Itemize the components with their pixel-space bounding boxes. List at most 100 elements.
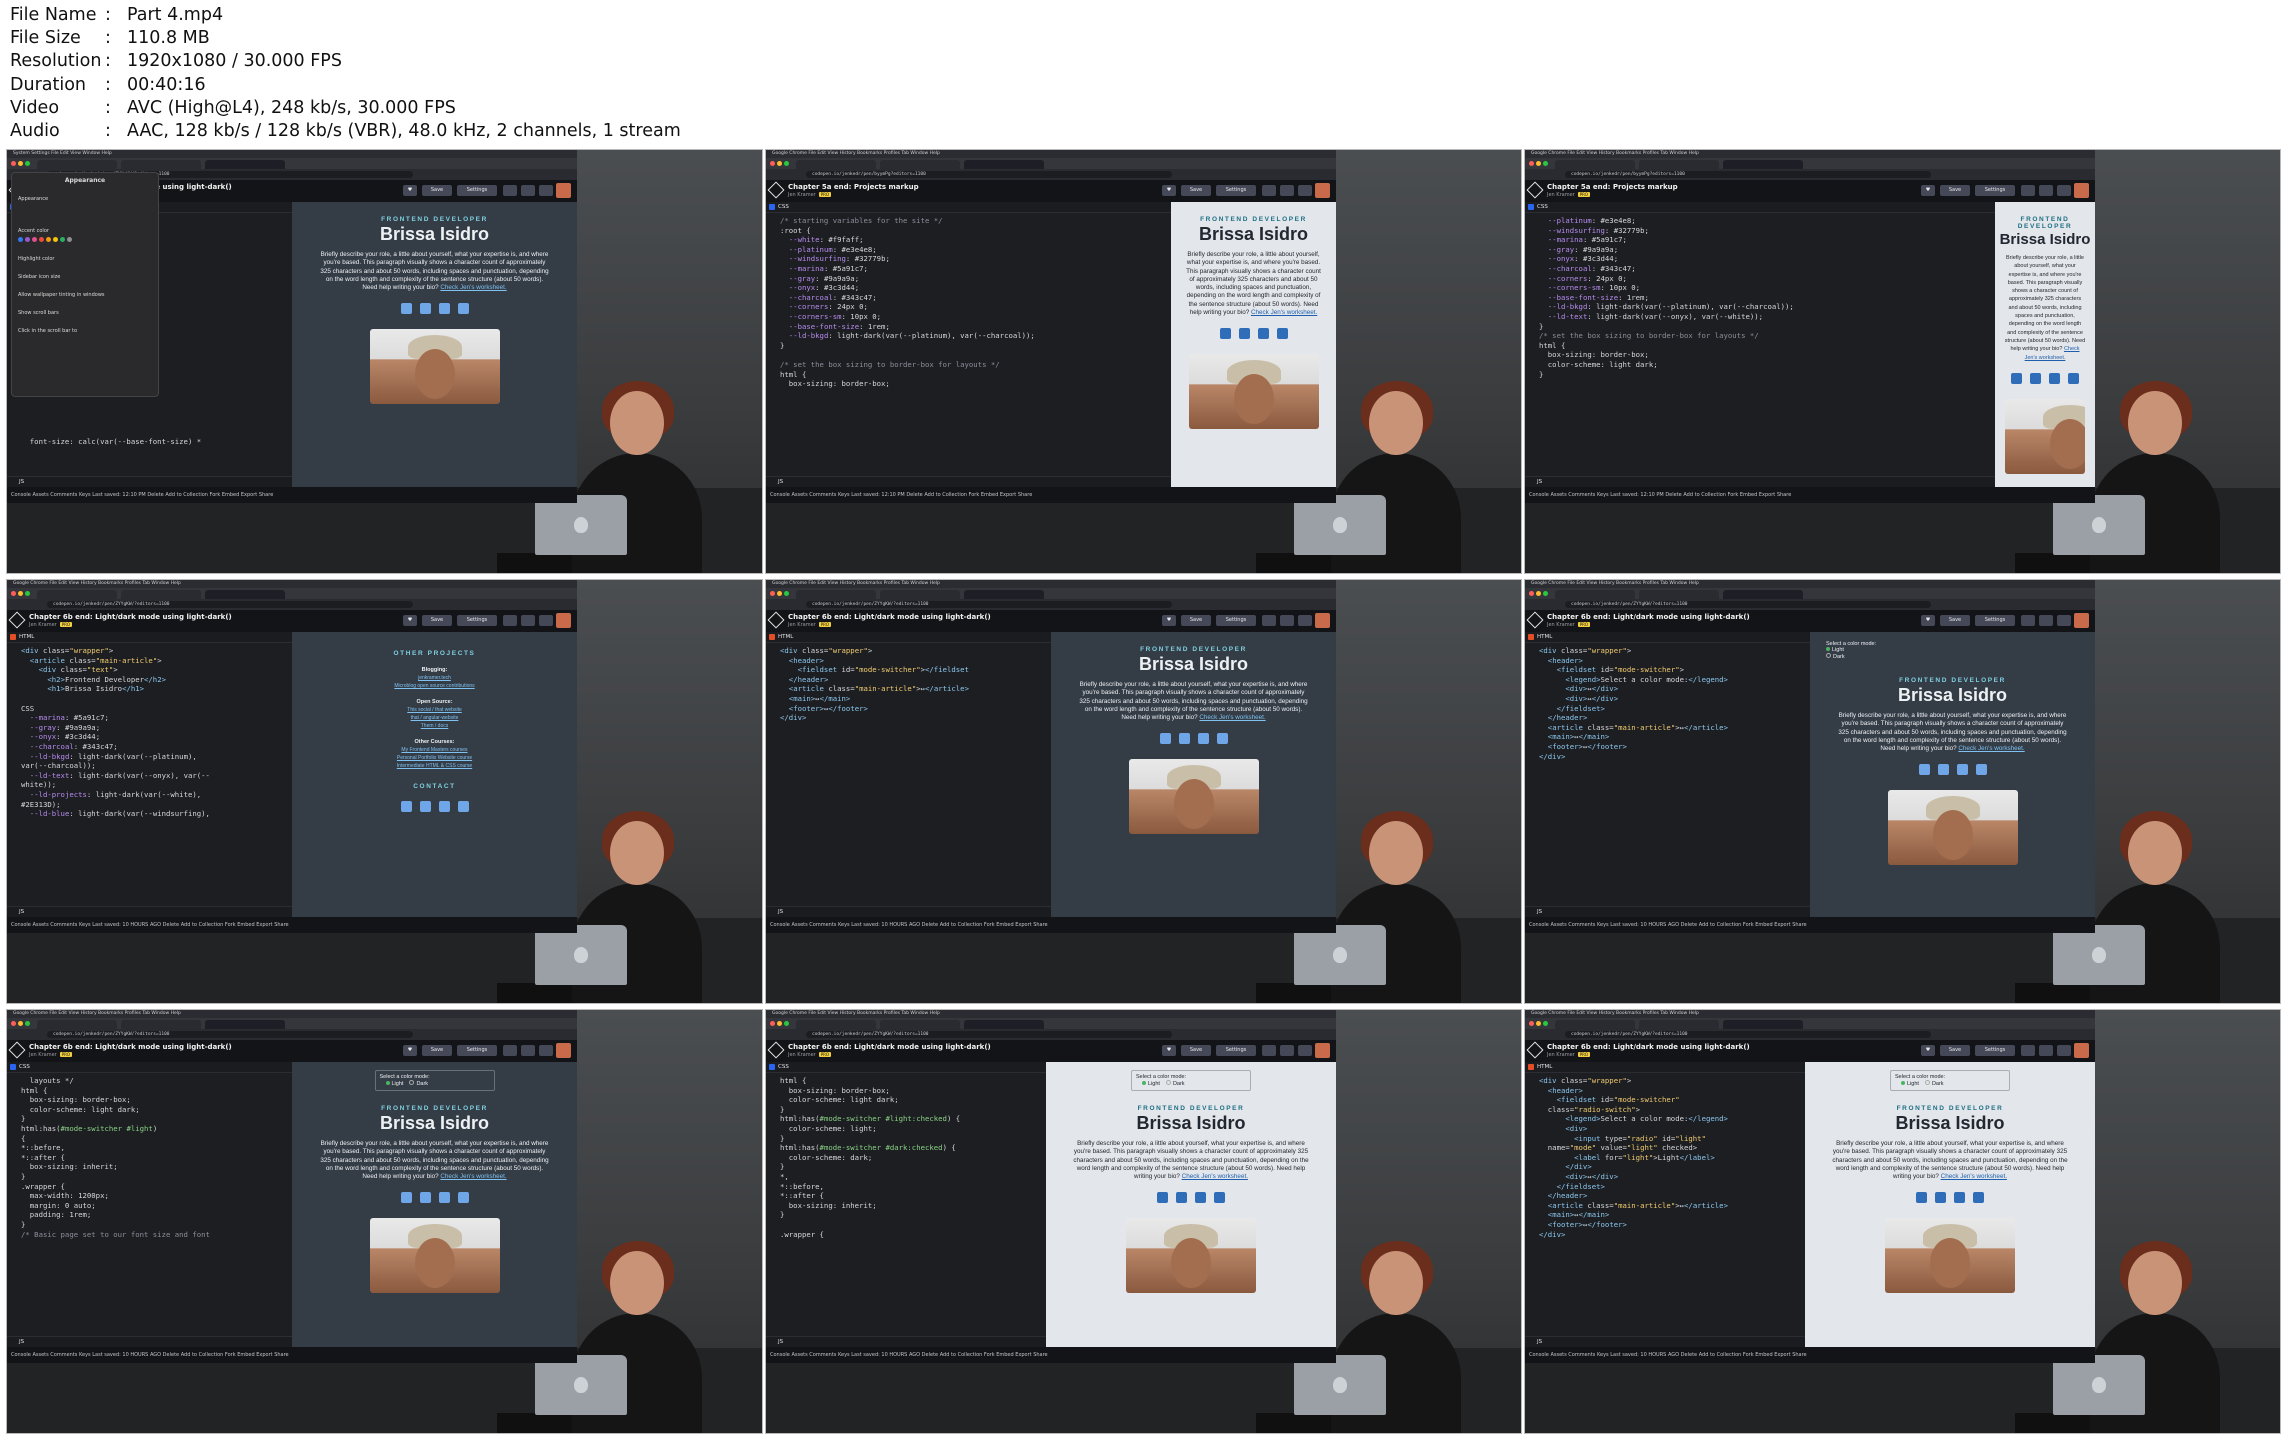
mail-icon[interactable] <box>2068 372 2079 384</box>
url-input[interactable]: codepen.io/jenkedr/pen/ZYYgKW/?editors=1… <box>47 601 413 608</box>
close-window-icon[interactable] <box>1529 591 1534 596</box>
pen-title[interactable]: Chapter 6b end: Light/dark mode using li… <box>788 1043 991 1051</box>
mail-icon[interactable] <box>1216 733 1228 745</box>
github-icon[interactable] <box>1937 764 1949 776</box>
bluesky-icon[interactable] <box>2011 372 2022 384</box>
codepen-logo-icon[interactable] <box>767 181 785 199</box>
linkedin-icon[interactable] <box>438 303 450 315</box>
browser-tab-active[interactable] <box>964 1020 1044 1029</box>
bookmark-icon[interactable] <box>2039 185 2053 196</box>
zoom-window-icon[interactable] <box>784 591 789 596</box>
editor-panel-label[interactable]: CSS <box>7 1062 292 1073</box>
switcher-option-dark[interactable]: Dark <box>1924 1080 1944 1087</box>
linkedin-icon[interactable] <box>1257 328 1269 340</box>
linkedin-icon[interactable] <box>2049 372 2060 384</box>
close-window-icon[interactable] <box>770 161 775 166</box>
github-icon[interactable] <box>419 303 431 315</box>
radio-dark[interactable] <box>1165 1080 1171 1085</box>
zoom-window-icon[interactable] <box>1543 1021 1548 1026</box>
settings-button[interactable]: Settings <box>1975 615 2015 626</box>
js-panel-label[interactable]: JS <box>766 906 1051 917</box>
save-button[interactable]: Save <box>422 185 452 196</box>
minimize-window-icon[interactable] <box>18 1021 23 1026</box>
pen-title[interactable]: Chapter 6b end: Light/dark mode using li… <box>29 613 232 621</box>
code-content[interactable]: <div class="wrapper"> <header> <fieldset… <box>766 643 1051 723</box>
zoom-window-icon[interactable] <box>25 1021 30 1026</box>
codepen-logo-icon[interactable] <box>8 611 26 629</box>
settings-button[interactable]: Settings <box>1975 185 2015 196</box>
github-icon[interactable] <box>419 801 431 812</box>
bluesky-icon[interactable] <box>400 303 412 315</box>
radio-light[interactable] <box>1901 1081 1905 1085</box>
minimize-window-icon[interactable] <box>18 161 23 166</box>
code-content[interactable]: html { box-sizing: border-box; color-sch… <box>766 1073 1046 1239</box>
color-swatch[interactable] <box>60 237 65 242</box>
radio-light[interactable] <box>1826 647 1830 651</box>
pen-author[interactable]: Jen KramerPRO <box>788 1052 832 1058</box>
heart-icon[interactable]: ♥ <box>403 185 417 196</box>
code-content[interactable]: --platinum: #e3e4e8; --windsurfing: #327… <box>1525 213 1995 379</box>
bluesky-icon[interactable] <box>1918 764 1930 776</box>
minimize-window-icon[interactable] <box>18 591 23 596</box>
switcher-option-light[interactable]: Light <box>385 1081 403 1087</box>
browser-tab-active[interactable] <box>205 590 285 599</box>
layout-icon[interactable] <box>1262 185 1276 196</box>
color-swatch[interactable] <box>53 237 58 242</box>
github-icon[interactable] <box>1178 733 1190 745</box>
avatar[interactable] <box>1315 183 1330 198</box>
bookmark-icon[interactable] <box>1280 615 1294 626</box>
radio-dark[interactable] <box>1924 1080 1930 1085</box>
radio-light[interactable] <box>1142 1081 1146 1085</box>
bookmark-icon[interactable] <box>1280 185 1294 196</box>
heart-icon[interactable]: ♥ <box>1921 615 1935 626</box>
browser-tab[interactable] <box>880 590 960 599</box>
color-swatch[interactable] <box>18 237 23 242</box>
codepen-logo-icon[interactable] <box>767 1041 785 1059</box>
avatar[interactable] <box>556 1043 571 1058</box>
linkedin-icon[interactable] <box>1954 1192 1965 1204</box>
menu-icon[interactable] <box>1298 1045 1312 1056</box>
settings-button[interactable]: Settings <box>1975 1045 2015 1056</box>
zoom-window-icon[interactable] <box>1543 161 1548 166</box>
code-content[interactable]: /* starting variables for the site */ :r… <box>766 213 1171 389</box>
js-panel-label[interactable]: JS <box>1525 476 1995 487</box>
linkedin-icon[interactable] <box>1197 733 1209 745</box>
browser-tab[interactable] <box>880 160 960 169</box>
pen-title[interactable]: Chapter 5a end: Projects markup <box>788 183 919 191</box>
browser-tab[interactable] <box>121 1020 201 1029</box>
minimize-window-icon[interactable] <box>1536 161 1541 166</box>
browser-tab-active[interactable] <box>964 160 1044 169</box>
settings-button[interactable]: Settings <box>457 1045 497 1056</box>
avatar[interactable] <box>1315 1043 1330 1058</box>
url-input[interactable]: codepen.io/jenkedr/pen/ZYYgKW/?editors=1… <box>806 1031 1172 1038</box>
bookmark-icon[interactable] <box>2039 1045 2053 1056</box>
editor-panel-label[interactable]: CSS <box>1525 202 1995 213</box>
switcher-option-dark[interactable]: Dark <box>1826 653 1906 660</box>
bluesky-icon[interactable] <box>1159 733 1171 745</box>
save-button[interactable]: Save <box>422 615 452 626</box>
layout-icon[interactable] <box>1262 615 1276 626</box>
layout-icon[interactable] <box>503 1045 517 1056</box>
github-icon[interactable] <box>1935 1192 1946 1204</box>
codepen-logo-icon[interactable] <box>1526 1041 1544 1059</box>
menu-icon[interactable] <box>1298 185 1312 196</box>
github-icon[interactable] <box>1176 1192 1187 1204</box>
bio-link[interactable]: Check Jen's worksheet. <box>1941 1173 2007 1180</box>
projects-link[interactable]: My Frontend Masters courses <box>292 747 577 753</box>
bluesky-icon[interactable] <box>400 1192 412 1204</box>
browser-tab-active[interactable] <box>205 1020 285 1029</box>
zoom-window-icon[interactable] <box>25 161 30 166</box>
browser-tab[interactable] <box>1639 590 1719 599</box>
url-input[interactable]: codepen.io/jenkedr/pen/ZYYgKW/?editors=1… <box>47 1031 413 1038</box>
layout-icon[interactable] <box>503 185 517 196</box>
switcher-option-light[interactable]: Light <box>1901 1081 1919 1087</box>
pen-title[interactable]: Chapter 6b end: Light/dark mode using li… <box>1547 613 1750 621</box>
settings-button[interactable]: Settings <box>1216 1045 1256 1056</box>
codepen-logo-icon[interactable] <box>1526 611 1544 629</box>
url-input[interactable]: codepen.io/jenkedr/pen/byymPg?editors=11… <box>1565 171 1931 178</box>
linkedin-icon[interactable] <box>438 1192 450 1204</box>
zoom-window-icon[interactable] <box>784 161 789 166</box>
minimize-window-icon[interactable] <box>1536 1021 1541 1026</box>
settings-button[interactable]: Settings <box>457 615 497 626</box>
bio-link[interactable]: Check Jen's worksheet. <box>1958 745 2024 752</box>
